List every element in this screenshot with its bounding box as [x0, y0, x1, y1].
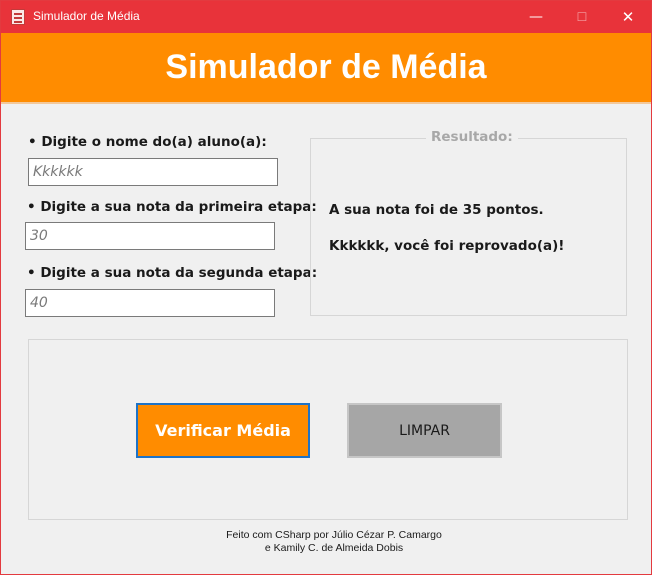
- footer-credits-line1: Feito com CSharp por Júlio Cézar P. Cama…: [226, 529, 442, 541]
- header-banner: Simulador de Média: [1, 33, 651, 104]
- first-grade-input[interactable]: 30: [25, 222, 275, 250]
- maximize-button[interactable]: ☐: [559, 1, 605, 33]
- app-window: Simulador de Média — ☐ ✕ Simulador de Mé…: [0, 0, 652, 575]
- app-icon: [11, 9, 25, 25]
- result-status-text: Kkkkkk, você foi reprovado(a)!: [329, 238, 565, 254]
- footer-credits: Feito com CSharp por Júlio Cézar P. Cama…: [151, 529, 517, 555]
- verify-average-button[interactable]: Verificar Média: [136, 403, 310, 458]
- result-legend: Resultado:: [426, 129, 518, 145]
- close-button[interactable]: ✕: [605, 1, 651, 33]
- page-title: Simulador de Média: [165, 48, 487, 86]
- result-grade-text: A sua nota foi de 35 pontos.: [329, 202, 544, 218]
- student-name-label: • Digite o nome do(a) aluno(a):: [28, 134, 267, 150]
- clear-button[interactable]: LIMPAR: [347, 403, 502, 458]
- second-grade-label: • Digite a sua nota da segunda etapa:: [27, 265, 318, 281]
- actions-panel: [28, 339, 628, 520]
- footer-credits-line2: e Kamily C. de Almeida Dobis: [264, 542, 404, 554]
- minimize-button[interactable]: —: [513, 1, 559, 33]
- window-title: Simulador de Média: [33, 9, 140, 23]
- second-grade-input[interactable]: 40: [25, 289, 275, 317]
- first-grade-label: • Digite a sua nota da primeira etapa:: [27, 199, 317, 215]
- result-groupbox: [310, 138, 627, 316]
- student-name-input[interactable]: Kkkkkk: [28, 158, 278, 186]
- title-bar[interactable]: Simulador de Média — ☐ ✕: [1, 1, 651, 33]
